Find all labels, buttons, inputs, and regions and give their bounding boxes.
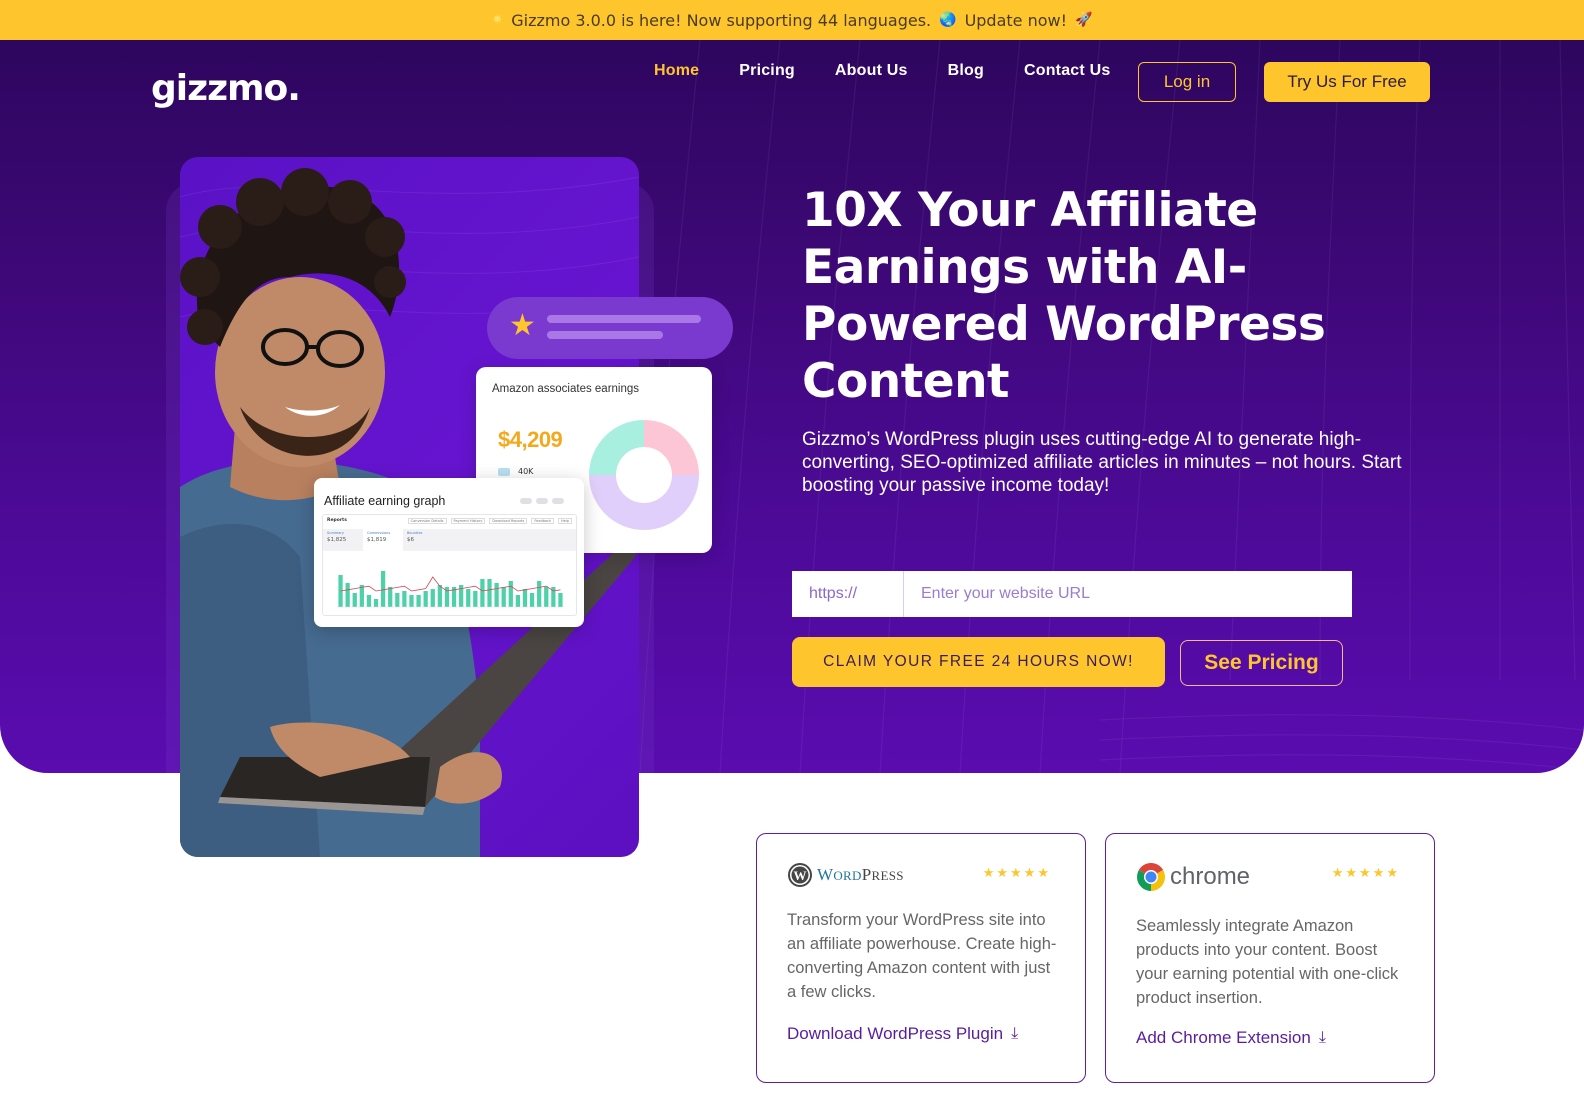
report-tab: Feedback xyxy=(531,518,555,524)
chrome-logo: chrome xyxy=(1136,862,1250,892)
rocket-icon: 🚀 xyxy=(1075,12,1093,28)
chart-bar xyxy=(508,581,513,607)
graph-card-title: Affiliate earning graph xyxy=(324,494,446,508)
chart-bar xyxy=(437,585,442,607)
placeholder-line xyxy=(547,331,663,339)
url-form: https:// xyxy=(792,571,1352,617)
wordpress-card-description: Transform your WordPress site into an af… xyxy=(787,911,1057,1001)
claim-free-trial-button[interactable]: CLAIM YOUR FREE 24 HOURS NOW! xyxy=(792,637,1165,687)
svg-text:W: W xyxy=(794,868,807,883)
affiliate-graph-card: Affiliate earning graph Reports Conversi… xyxy=(314,478,584,627)
earnings-donut-chart xyxy=(589,420,699,530)
globe-icon: 🌏 xyxy=(939,12,957,28)
chart-bar xyxy=(466,589,471,607)
url-prefix: https:// xyxy=(792,571,904,617)
legend-value: 40K xyxy=(518,467,534,476)
nav-contact-us[interactable]: Contact Us xyxy=(1024,62,1110,80)
wordpress-icon: W xyxy=(788,863,812,887)
report-tab: Help xyxy=(558,518,572,524)
try-free-button[interactable]: Try Us For Free xyxy=(1264,62,1430,102)
chart-bar xyxy=(522,589,528,607)
legend-swatch xyxy=(498,467,510,476)
nav-blog[interactable]: Blog xyxy=(948,62,984,80)
nav-home[interactable]: Home xyxy=(654,62,699,80)
website-url-input[interactable] xyxy=(904,571,1352,617)
add-chrome-extension-link[interactable]: Add Chrome Extension ⤓ xyxy=(1136,1028,1326,1048)
donut-segment-pink xyxy=(644,420,699,475)
chart-bar xyxy=(480,579,485,607)
kpi: Commissions $1,819 xyxy=(363,529,403,551)
report-preview: Reports Conversion Details Payment Histo… xyxy=(322,514,577,616)
chart-bar xyxy=(416,595,421,607)
main-nav: Home Pricing About Us Blog Contact Us xyxy=(654,62,1150,80)
chart-bar xyxy=(473,591,478,607)
amazon-card-title: Amazon associates earnings xyxy=(492,383,640,395)
kpi: Bounties $6 xyxy=(407,531,423,543)
chart-bar xyxy=(529,593,535,607)
announcement-bar[interactable]: ✷ Gizzmo 3.0.0 is here! Now supporting 4… xyxy=(0,0,1584,40)
report-tab: Download Reports xyxy=(489,518,528,524)
nav-about-us[interactable]: About Us xyxy=(835,62,908,80)
see-pricing-button[interactable]: See Pricing xyxy=(1180,640,1343,686)
report-tab: Payment History xyxy=(450,518,486,524)
announcement-cta[interactable]: Update now! xyxy=(965,11,1067,30)
nav-pricing[interactable]: Pricing xyxy=(739,62,795,80)
report-title: Reports xyxy=(327,518,347,523)
chart-bar xyxy=(487,579,492,607)
rating-stars: ★★★★★ xyxy=(1331,866,1400,881)
kpi: Summary $1,825 xyxy=(327,531,347,543)
report-tabs: Conversion Details Payment History Downl… xyxy=(407,518,572,524)
chart-bar xyxy=(380,571,386,607)
chrome-icon xyxy=(1137,863,1165,891)
download-icon: ⤓ xyxy=(1011,1025,1019,1042)
chart-bar xyxy=(423,591,428,607)
chart-bar xyxy=(373,599,379,607)
chrome-wordmark: chrome xyxy=(1170,863,1251,890)
chart-bar xyxy=(402,591,407,607)
wordpress-logo: W WORDPRESS xyxy=(787,862,904,888)
chart-bar xyxy=(395,593,400,607)
login-button[interactable]: Log in xyxy=(1138,62,1236,102)
rating-stars: ★★★★★ xyxy=(982,866,1051,881)
link-label: Download WordPress Plugin xyxy=(787,1024,1004,1043)
chart-bar xyxy=(544,587,549,607)
donut-segment-green xyxy=(589,420,644,475)
chart-bar xyxy=(501,587,506,607)
donut-segment-lavender xyxy=(589,475,699,530)
chrome-card-description: Seamlessly integrate Amazon products int… xyxy=(1136,917,1399,1007)
chart-bar xyxy=(359,585,364,607)
report-tab: Conversion Details xyxy=(407,518,447,524)
rating-pill-decoration: ★ xyxy=(487,297,733,359)
window-dots xyxy=(520,498,564,504)
hero-subtext: Gizzmo’s WordPress plugin uses cutting-e… xyxy=(802,429,1402,496)
chart-trend-line xyxy=(340,576,561,592)
chart-bar xyxy=(366,595,372,607)
chart-bar xyxy=(430,589,435,607)
chart-bar xyxy=(494,583,499,607)
amazon-earnings-amount: $4,209 xyxy=(498,427,563,452)
link-label: Add Chrome Extension xyxy=(1136,1028,1311,1047)
report-kpis: Summary $1,825 Commissions $1,819 Bounties… xyxy=(323,529,576,551)
placeholder-line xyxy=(547,315,701,323)
chart-bar xyxy=(409,595,414,607)
announcement-text: Gizzmo 3.0.0 is here! Now supporting 44 … xyxy=(511,10,932,30)
download-icon: ⤓ xyxy=(1318,1029,1326,1046)
wordpress-plugin-card: W WORDPRESS ★★★★★ Transform your WordPre… xyxy=(756,833,1086,1083)
chart-bar xyxy=(345,583,350,607)
chart-bar xyxy=(352,593,357,607)
hero-headline: 10X Your Affiliate Earnings with AI-Powe… xyxy=(802,183,1326,409)
sparkle-icon: ✷ xyxy=(491,12,504,28)
chart-bar xyxy=(515,595,521,607)
chart-bar xyxy=(558,593,563,607)
earnings-bar-chart xyxy=(337,571,564,608)
chart-bar xyxy=(388,587,393,607)
gizzmo-logo[interactable]: gizzmo. xyxy=(151,68,301,109)
wordpress-wordmark: WORDPRESS xyxy=(817,865,904,884)
chart-bar xyxy=(537,581,542,607)
amazon-legend: 40K xyxy=(498,467,533,476)
star-icon: ★ xyxy=(509,308,536,343)
download-wordpress-plugin-link[interactable]: Download WordPress Plugin ⤓ xyxy=(787,1024,1018,1044)
chrome-extension-card: chrome ★★★★★ Seamlessly integrate Amazon… xyxy=(1105,833,1435,1083)
